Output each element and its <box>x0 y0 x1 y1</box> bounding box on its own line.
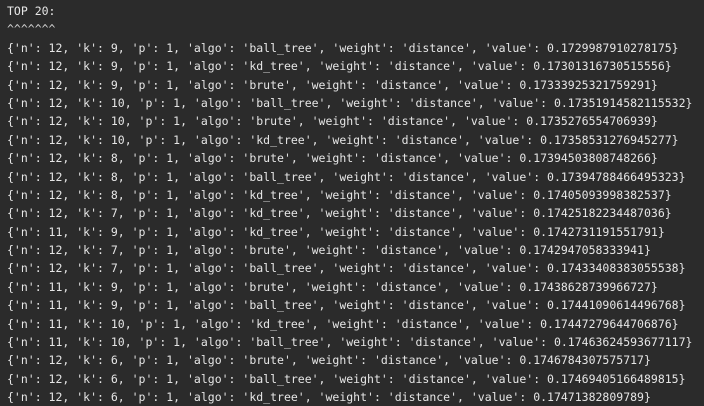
console-line: {'n': 12, 'k': 6, 'p': 1, 'algo': 'ball_… <box>7 371 686 386</box>
console-line: {'n': 12, 'k': 9, 'p': 1, 'algo': 'brute… <box>7 77 658 92</box>
console-line: {'n': 11, 'k': 9, 'p': 1, 'algo': 'kd_tr… <box>7 224 665 239</box>
console-line: {'n': 12, 'k': 7, 'p': 1, 'algo': 'brute… <box>7 243 651 258</box>
console-line: {'n': 12, 'k': 6, 'p': 1, 'algo': 'kd_tr… <box>7 390 651 405</box>
console-line: {'n': 12, 'k': 9, 'p': 1, 'algo': 'ball_… <box>7 40 679 55</box>
console-line: {'n': 11, 'k': 9, 'p': 1, 'algo': 'ball_… <box>7 298 686 313</box>
console-line: {'n': 12, 'k': 8, 'p': 1, 'algo': 'brute… <box>7 151 658 166</box>
console-output: TOP 20: ^^^^^^^ {'n': 12, 'k': 9, 'p': 1… <box>0 0 704 406</box>
console-line: {'n': 12, 'k': 10, 'p': 1, 'algo': 'ball… <box>7 95 693 110</box>
console-line: {'n': 11, 'k': 10, 'p': 1, 'algo': 'kd_t… <box>7 316 679 331</box>
console-line: {'n': 12, 'k': 7, 'p': 1, 'algo': 'ball_… <box>7 261 686 276</box>
console-heading-underline: ^^^^^^^ <box>7 22 56 37</box>
console-line: {'n': 12, 'k': 10, 'p': 1, 'algo': 'brut… <box>7 114 658 129</box>
console-line: {'n': 11, 'k': 10, 'p': 1, 'algo': 'ball… <box>7 335 693 350</box>
console-heading: TOP 20: <box>7 4 56 18</box>
console-line: {'n': 11, 'k': 9, 'p': 1, 'algo': 'brute… <box>7 279 658 294</box>
console-line: {'n': 12, 'k': 8, 'p': 1, 'algo': 'ball_… <box>7 169 686 184</box>
console-line: {'n': 12, 'k': 6, 'p': 1, 'algo': 'brute… <box>7 353 651 368</box>
console-line: {'n': 12, 'k': 9, 'p': 1, 'algo': 'kd_tr… <box>7 59 672 74</box>
console-line: {'n': 12, 'k': 7, 'p': 1, 'algo': 'kd_tr… <box>7 206 672 221</box>
console-line: {'n': 12, 'k': 10, 'p': 1, 'algo': 'kd_t… <box>7 132 679 147</box>
console-line: {'n': 12, 'k': 8, 'p': 1, 'algo': 'kd_tr… <box>7 187 672 202</box>
